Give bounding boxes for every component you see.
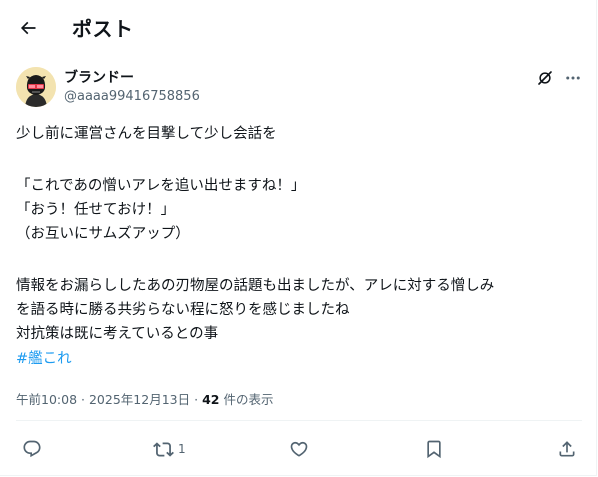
bookmark-button[interactable] — [424, 437, 448, 461]
grok-button[interactable] — [535, 68, 555, 88]
meta-separator: · — [81, 392, 85, 407]
post-text-line: 少し前に運営さんを目撃して少し会話を — [16, 126, 277, 142]
post-text-line: 情報をお漏らししたあの刃物屋の話題も出ましたが、アレに対する憎しみ — [16, 278, 495, 294]
repost-button[interactable]: 1 — [153, 437, 186, 461]
post-meta: 午前10:08 · 2025年12月13日 · 42 件の表示 — [16, 389, 273, 408]
repost-icon — [153, 441, 174, 457]
header: ポスト — [0, 0, 598, 56]
page-title: ポスト — [72, 17, 134, 41]
post-text-line: 「これであの憎いアレを追い出せますね！」 — [16, 178, 306, 194]
post-text-line: 「おう！任せておけ！」 — [16, 202, 176, 218]
more-button[interactable] — [562, 68, 584, 88]
share-icon — [559, 441, 575, 457]
reply-icon — [23, 440, 41, 458]
avatar[interactable] — [16, 67, 56, 107]
author-name[interactable]: ブランドー — [64, 67, 134, 87]
divider — [16, 420, 582, 421]
like-button[interactable] — [289, 437, 313, 461]
post-time[interactable]: 午前10:08 — [16, 392, 77, 407]
meta-separator: · — [194, 392, 199, 407]
post-text-line: 対抗策は既に考えているとの事 — [16, 326, 219, 342]
repost-count: 1 — [178, 442, 186, 456]
reply-button[interactable] — [22, 437, 46, 461]
back-button[interactable] — [14, 14, 42, 42]
views-count: 42 — [202, 392, 220, 407]
post-text-line: （お互いにサムズアップ） — [16, 226, 190, 242]
avatar-image — [16, 67, 56, 107]
hashtag-link[interactable]: #艦これ — [16, 348, 72, 370]
more-icon — [566, 76, 580, 80]
like-icon — [290, 441, 308, 457]
views-label: 件の表示 — [223, 392, 274, 407]
author-handle[interactable]: @aaaa99416758856 — [64, 89, 200, 104]
post-date[interactable]: 2025年12月13日 — [89, 392, 190, 407]
post-text-line: を語る時に勝る共劣らない程に怒りを感じましたね — [16, 302, 350, 318]
bookmark-icon — [427, 440, 441, 459]
grok-icon — [538, 71, 552, 85]
back-arrow-icon — [20, 21, 36, 35]
share-button[interactable] — [557, 437, 581, 461]
